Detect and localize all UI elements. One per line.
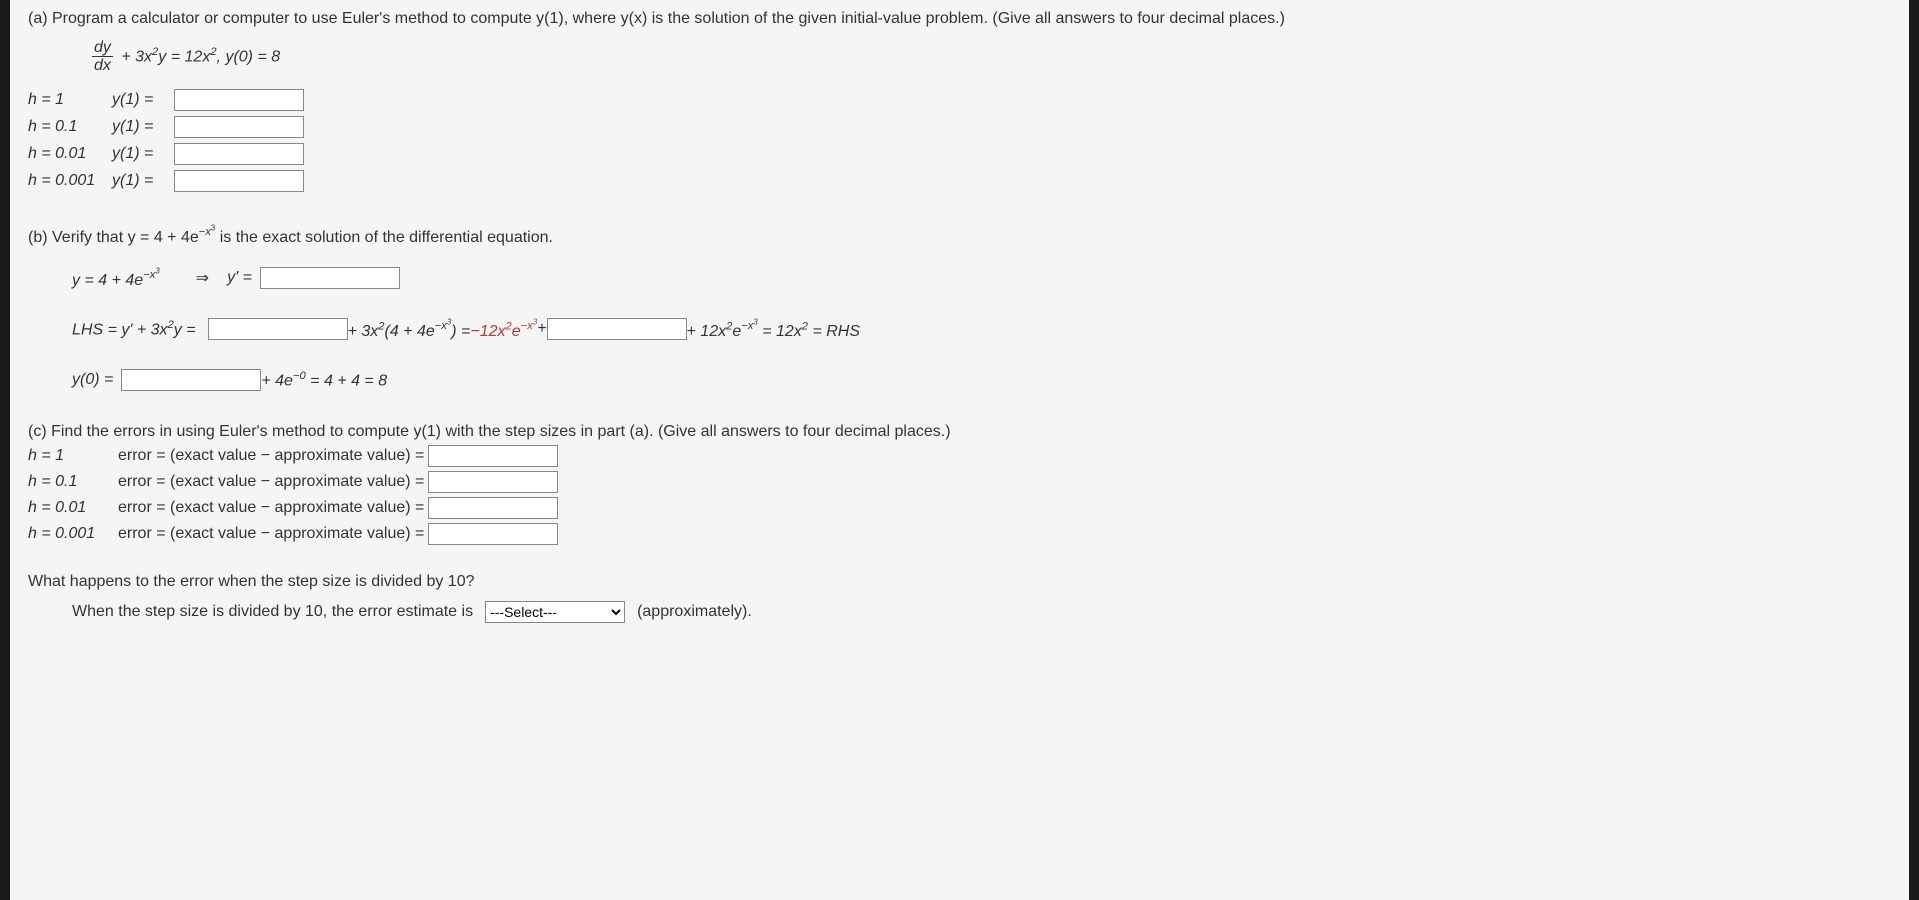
yprime-label: y' = (227, 269, 252, 287)
row-h-0.01: h = 0.01 y(1) = (28, 143, 1891, 165)
row-h-0.001: h = 0.001 y(1) = (28, 170, 1891, 192)
err-row-4: h = 0.001 error = (exact value − approxi… (28, 523, 1891, 545)
y0-label: y(0) = (72, 371, 113, 389)
input-yprime[interactable] (260, 267, 400, 289)
denominator: dx (92, 57, 113, 75)
err-row-1: h = 1 error = (exact value − approximate… (28, 445, 1891, 467)
h-label-3: h = 0.01 (28, 145, 112, 163)
numerator: dy (92, 40, 113, 57)
y-label-3: y(1) = (112, 145, 174, 163)
input-lhs-1[interactable] (208, 318, 348, 340)
err-label-4: error = (exact value − approximate value… (118, 525, 424, 543)
verif-line-2: LHS = y' + 3x2y = + 3x2(4 + 4e−x3) = −12… (72, 318, 1891, 341)
part-b: (b) Verify that y = 4 + 4e−x3 is the exa… (28, 224, 1891, 391)
input-y1-h01[interactable] (174, 116, 304, 138)
input-y1-h1[interactable] (174, 89, 304, 111)
fraction-dy-dx: dy dx (92, 40, 113, 75)
input-error-h1[interactable] (428, 445, 558, 467)
answer-pre: When the step size is divided by 10, the… (72, 603, 473, 621)
part-a: (a) Program a calculator or computer to … (28, 10, 1891, 192)
answer-post: (approximately). (637, 603, 752, 621)
part-a-prompt: (a) Program a calculator or computer to … (28, 10, 1891, 28)
err-h-4: h = 0.001 (28, 525, 118, 543)
h-label-2: h = 0.1 (28, 118, 112, 136)
arrow-icon: ⇒ (196, 268, 209, 288)
input-y1-h001[interactable] (174, 143, 304, 165)
input-error-h01[interactable] (428, 471, 558, 493)
err-h-1: h = 1 (28, 447, 118, 465)
verif-line-1: y = 4 + 4e−x3 ⇒ y' = (72, 267, 1891, 290)
input-error-h001[interactable] (428, 497, 558, 519)
lhs-label: LHS = y' + 3x2y = (72, 319, 196, 339)
red-term: −12x2e−x3 (470, 318, 537, 341)
part-c-answer-row: When the step size is divided by 10, the… (28, 601, 1891, 623)
err-label-3: error = (exact value − approximate value… (118, 499, 424, 517)
err-row-2: h = 0.1 error = (exact value − approxima… (28, 471, 1891, 493)
verif-line-3: y(0) = + 4e−0 = 4 + 4 = 8 (72, 369, 1891, 391)
eq-text-1: + 3x (121, 49, 152, 66)
row-h-1: h = 1 y(1) = (28, 89, 1891, 111)
err-row-3: h = 0.01 error = (exact value − approxim… (28, 497, 1891, 519)
y-label-1: y(1) = (112, 91, 174, 109)
part-c-question: What happens to the error when the step … (28, 573, 1891, 591)
part-c-prompt: (c) Find the errors in using Euler's met… (28, 423, 1891, 441)
err-label-1: error = (exact value − approximate value… (118, 447, 424, 465)
input-lhs-2[interactable] (547, 318, 687, 340)
input-y0[interactable] (121, 369, 261, 391)
eq-text-2: y = 12x (158, 49, 210, 66)
select-error-behavior[interactable]: ---Select--- (485, 601, 625, 623)
question-page: (a) Program a calculator or computer to … (10, 0, 1909, 900)
input-error-h0001[interactable] (428, 523, 558, 545)
err-label-2: error = (exact value − approximate value… (118, 473, 424, 491)
eq-text-3: , y(0) = 8 (217, 49, 281, 66)
part-c: (c) Find the errors in using Euler's met… (28, 423, 1891, 623)
y-label-2: y(1) = (112, 118, 174, 136)
err-h-3: h = 0.01 (28, 499, 118, 517)
y-expr: y = 4 + 4e−x3 (72, 267, 160, 290)
h-label-4: h = 0.001 (28, 172, 112, 190)
ode-equation: dy dx + 3x2y = 12x2, y(0) = 8 (28, 40, 1891, 75)
row-h-0.1: h = 0.1 y(1) = (28, 116, 1891, 138)
input-y1-h0001[interactable] (174, 170, 304, 192)
h-label-1: h = 1 (28, 91, 112, 109)
y-label-4: y(1) = (112, 172, 174, 190)
err-h-2: h = 0.1 (28, 473, 118, 491)
part-b-prompt: (b) Verify that y = 4 + 4e−x3 is the exa… (28, 224, 1891, 247)
